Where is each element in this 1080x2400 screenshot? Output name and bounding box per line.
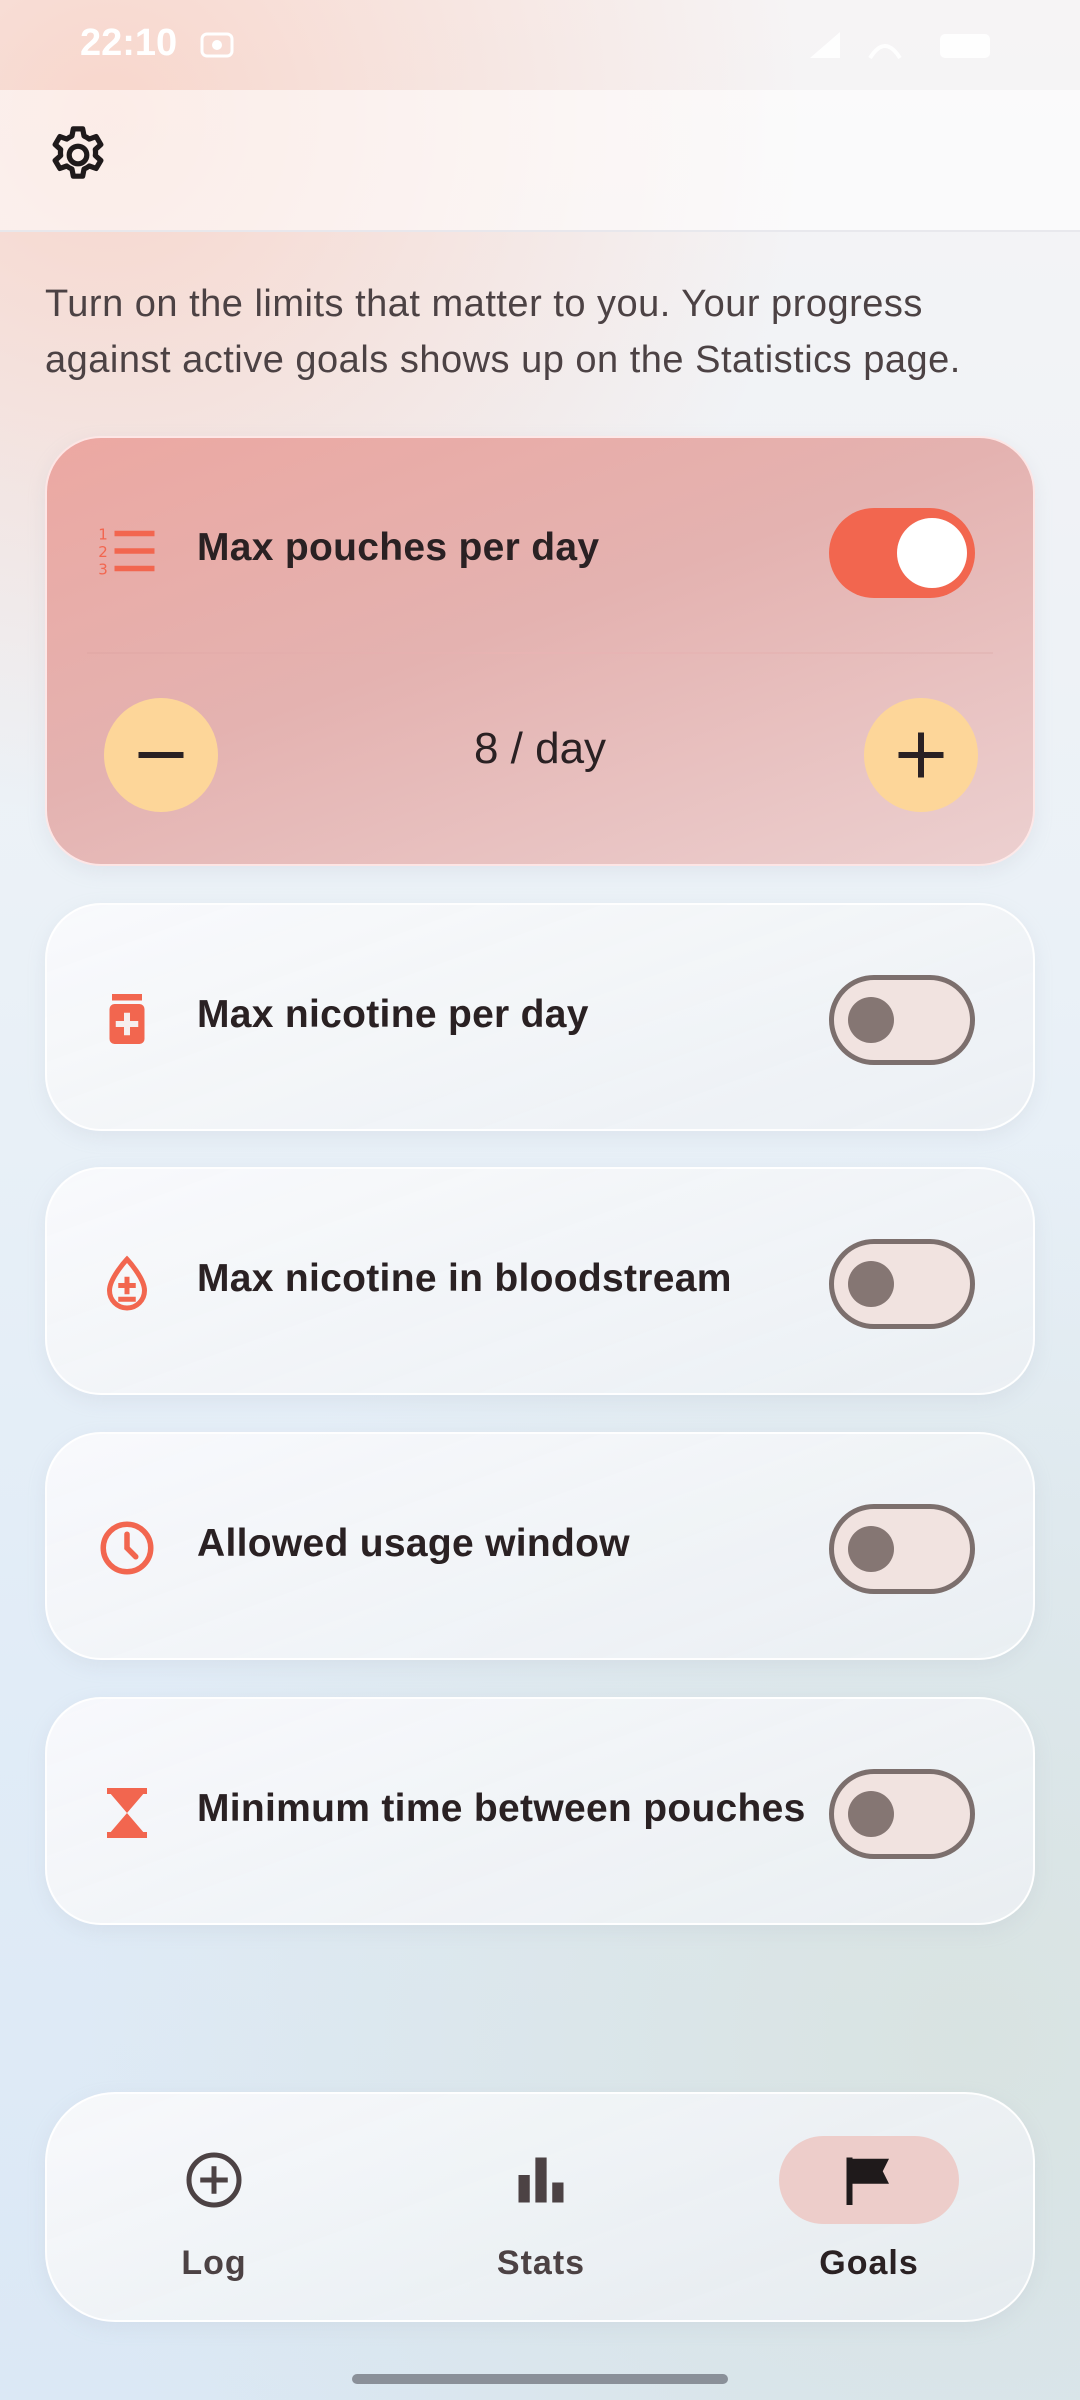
- goal-toggle[interactable]: [829, 1769, 975, 1859]
- goal-label: Max pouches per day: [197, 526, 600, 569]
- flag-icon: [846, 2157, 889, 2205]
- nav-label: Stats: [496, 2244, 586, 2282]
- system-status-icons: [810, 32, 990, 60]
- home-indicator[interactable]: [352, 2374, 728, 2384]
- medicine-bottle-icon: [109, 994, 145, 1044]
- svg-text:1: 1: [98, 526, 108, 544]
- add-circle-icon: [186, 2152, 242, 2208]
- nav-item-log[interactable]: Log: [114, 2094, 314, 2324]
- toggle-knob: [848, 1791, 894, 1837]
- status-bar: 22:10: [0, 0, 1080, 90]
- status-time: 22:10: [80, 22, 178, 64]
- goal-card-max-nicotine: Max nicotine per day: [45, 903, 1035, 1131]
- goal-row[interactable]: Max nicotine per day: [47, 905, 1033, 1133]
- nav-label: Goals: [819, 2244, 919, 2282]
- goal-card-time-between: Minimum time between pouches: [45, 1697, 1035, 1925]
- nav-item-stats[interactable]: Stats: [441, 2094, 641, 2324]
- goal-label: Max nicotine in bloodstream: [197, 1257, 732, 1300]
- drop-plus-icon: [106, 1255, 148, 1311]
- intro-text: Turn on the limits that matter to you. Y…: [45, 283, 961, 381]
- goal-row[interactable]: Max nicotine in bloodstream: [47, 1169, 1033, 1397]
- goal-card-max-pouches: 1 2 3 Max pouches per day 8 / day: [45, 436, 1035, 866]
- toggle-knob: [848, 1261, 894, 1307]
- top-app-bar: [0, 90, 1080, 232]
- increase-button[interactable]: [864, 698, 978, 812]
- numbered-list-icon: 1 2 3: [98, 526, 155, 579]
- nav-label: Log: [181, 2244, 247, 2282]
- settings-gear-icon[interactable]: [45, 122, 111, 188]
- bar-chart-icon: [518, 2157, 564, 2203]
- goal-label: Minimum time between pouches: [197, 1787, 806, 1830]
- plus-icon: [898, 732, 944, 778]
- goal-label: Allowed usage window: [197, 1522, 630, 1565]
- notification-icon: [200, 32, 234, 58]
- goal-row[interactable]: Allowed usage window: [47, 1434, 1033, 1662]
- bottom-navigation: Log Stats Goals: [45, 2092, 1035, 2322]
- toggle-knob: [848, 1526, 894, 1572]
- goal-toggle[interactable]: [829, 1239, 975, 1329]
- goal-label: Max nicotine per day: [197, 993, 589, 1036]
- clock-icon: [100, 1521, 154, 1575]
- svg-text:2: 2: [98, 543, 108, 561]
- svg-text:3: 3: [98, 561, 108, 579]
- goal-toggle[interactable]: [829, 508, 975, 598]
- goal-card-usage-window: Allowed usage window: [45, 1432, 1035, 1660]
- toggle-knob: [848, 997, 894, 1043]
- toggle-knob: [897, 518, 967, 588]
- nav-item-goals[interactable]: Goals: [769, 2094, 969, 2324]
- goal-card-bloodstream: Max nicotine in bloodstream: [45, 1167, 1035, 1395]
- goal-row[interactable]: 1 2 3 Max pouches per day: [47, 438, 1033, 666]
- divider: [87, 652, 993, 654]
- goal-row[interactable]: Minimum time between pouches: [47, 1699, 1033, 1927]
- hourglass-icon: [107, 1788, 147, 1838]
- goal-toggle[interactable]: [829, 1504, 975, 1594]
- goal-toggle[interactable]: [829, 975, 975, 1065]
